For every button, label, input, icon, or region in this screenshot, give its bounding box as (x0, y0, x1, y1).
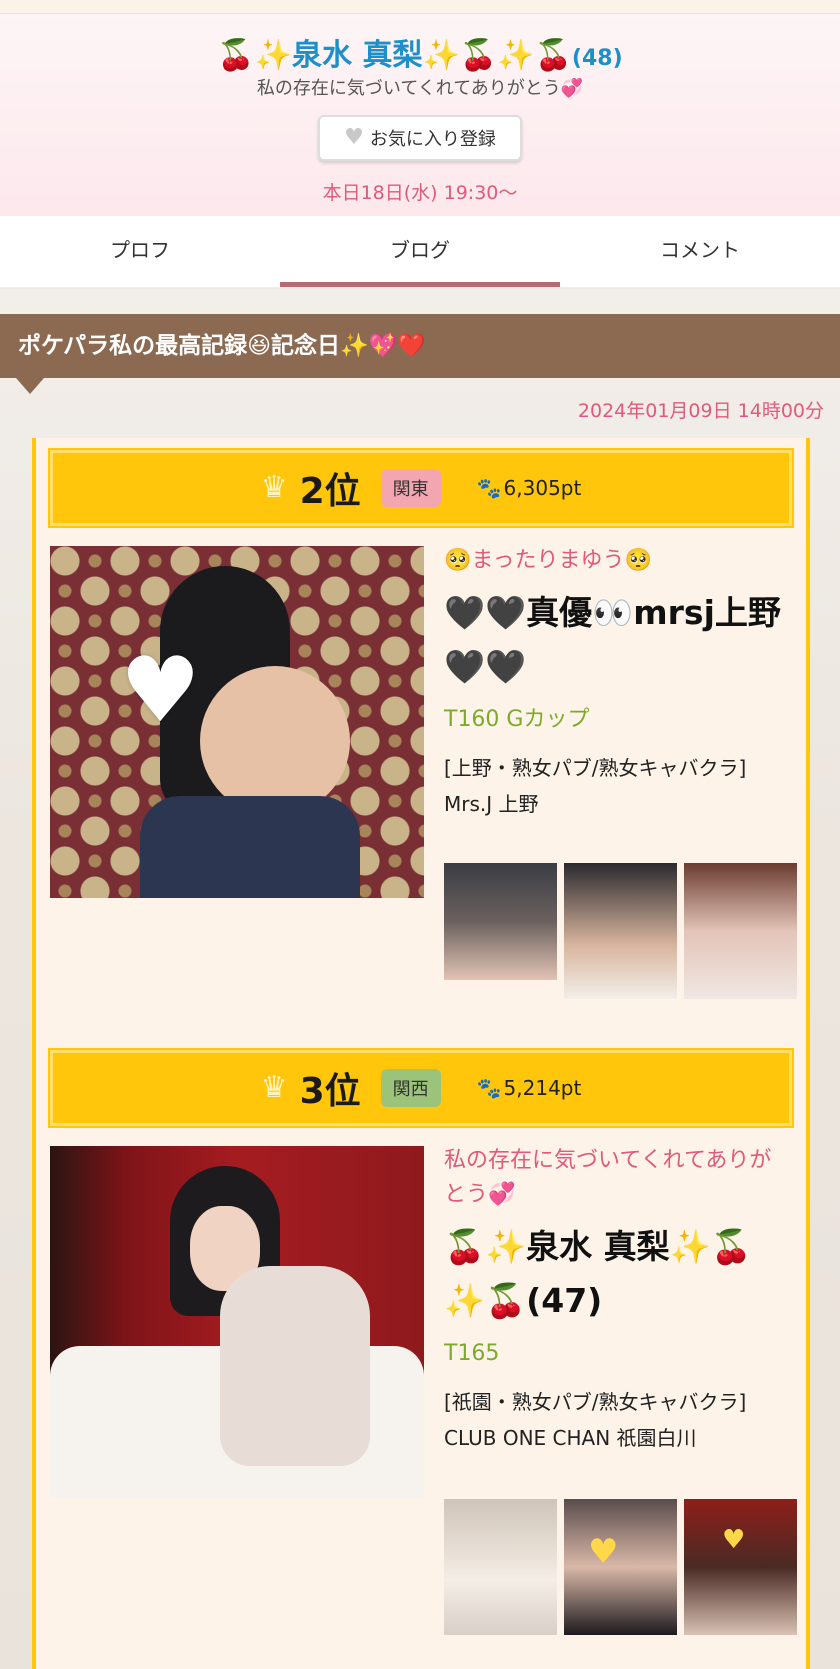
photo-figure (200, 666, 350, 816)
thumbnail-photo[interactable] (684, 863, 797, 999)
tab-blog[interactable]: ブログ (280, 216, 560, 287)
region-badge: 関西 (380, 1069, 441, 1107)
points: 🐾 5,214pt (477, 1076, 582, 1100)
points-value: 5,214pt (503, 1076, 582, 1100)
points: 🐾 6,305pt (477, 476, 582, 500)
photo-figure (220, 1266, 370, 1466)
profile-name-text: 🍒✨泉水 真梨✨🍒✨🍒 (217, 38, 572, 73)
profile-header: 🍒✨泉水 真梨✨🍒✨🍒(48) 私の存在に気づいてくれてありがとう💞 ♥ お気に… (0, 14, 840, 216)
profile-age: (48) (571, 46, 623, 71)
points-value: 6,305pt (503, 476, 582, 500)
girl-photo[interactable] (50, 1146, 424, 1498)
rank-bar: ♛ 2位 関東 🐾 6,305pt (48, 448, 794, 528)
shop-category: [上野・熟女パブ/熟女キャバクラ] (444, 756, 747, 780)
heart-icon: ♥ (344, 125, 364, 150)
paw-icon: 🐾 (476, 476, 502, 500)
thumbnail-photo[interactable]: ♥ (684, 1499, 797, 1635)
profile-name: 🍒✨泉水 真梨✨🍒✨🍒(48) (0, 30, 840, 74)
top-strip (0, 0, 840, 14)
girl-info: 私の存在に気づいてくれてありがとう💞 🍒✨泉水 真梨✨🍒✨🍒(47) T165 … (444, 1144, 790, 1456)
girl-spec: T160 Gカップ (444, 707, 590, 732)
girl-catchphrase: 🥺まったりまゆう🥺 (444, 548, 652, 573)
region-badge: 関東 (380, 469, 441, 507)
girl-info: 🥺まったりまゆう🥺 🖤🖤真優👀mrsj上野🖤🖤 T160 Gカップ [上野・熟女… (444, 544, 790, 822)
rank-label: 2位 (299, 471, 361, 512)
favorite-button[interactable]: ♥ お気に入り登録 (318, 115, 522, 161)
crown-icon: ♛ (260, 470, 288, 505)
rank-label: 3位 (299, 1071, 361, 1112)
shop-name-link[interactable]: Mrs.J 上野 (444, 786, 790, 822)
heart-icon: ♥ (120, 638, 201, 743)
paw-icon: 🐾 (476, 1076, 502, 1100)
blog-body: ♛ 2位 関東 🐾 6,305pt ♥ 🥺まったりまゆう🥺 🖤🖤真優👀mrsj上野… (32, 438, 810, 1669)
thumbnail-photo[interactable] (564, 863, 677, 999)
shop-name-link[interactable]: CLUB ONE CHAN 祇園白川 (444, 1420, 790, 1456)
girl-name-link[interactable]: 🖤🖤真優👀mrsj上野🖤🖤 (444, 586, 790, 694)
crown-icon: ♛ (260, 1070, 288, 1105)
girl-catchphrase: 私の存在に気づいてくれてありがとう💞 (444, 1148, 772, 1207)
favorite-button-label: お気に入り登録 (369, 129, 496, 150)
thumbnail-row: ♥ ♥ (444, 1499, 797, 1635)
thumbnail-photo[interactable] (444, 863, 557, 980)
schedule-text: 本日18日(水) 19:30〜 (322, 182, 518, 204)
tab-profile[interactable]: プロフ (0, 216, 280, 287)
blog-title: ポケパラ私の最高記録😆記念日✨💖❤️ (0, 314, 840, 394)
girl-spec: T165 (444, 1341, 500, 1366)
profile-tagline: 私の存在に気づいてくれてありがとう💞 (256, 78, 584, 99)
blog-date: 2024年01月09日 14時00分 (577, 400, 824, 422)
thumbnail-row (444, 863, 797, 999)
girl-photo[interactable]: ♥ (50, 546, 424, 898)
tab-comment[interactable]: コメント (560, 216, 840, 287)
photo-figure (140, 796, 360, 898)
thumbnail-photo[interactable] (444, 1499, 557, 1635)
profile-tabs: プロフ ブログ コメント (0, 216, 840, 288)
rank-bar: ♛ 3位 関西 🐾 5,214pt (48, 1048, 794, 1128)
heart-icon: ♥ (588, 1532, 619, 1572)
thumbnail-photo[interactable]: ♥ (564, 1499, 677, 1635)
heart-icon: ♥ (722, 1525, 746, 1555)
girl-name-link[interactable]: 🍒✨泉水 真梨✨🍒✨🍒(47) (444, 1220, 790, 1328)
shop-category: [祇園・熟女パブ/熟女キャバクラ] (444, 1390, 747, 1414)
